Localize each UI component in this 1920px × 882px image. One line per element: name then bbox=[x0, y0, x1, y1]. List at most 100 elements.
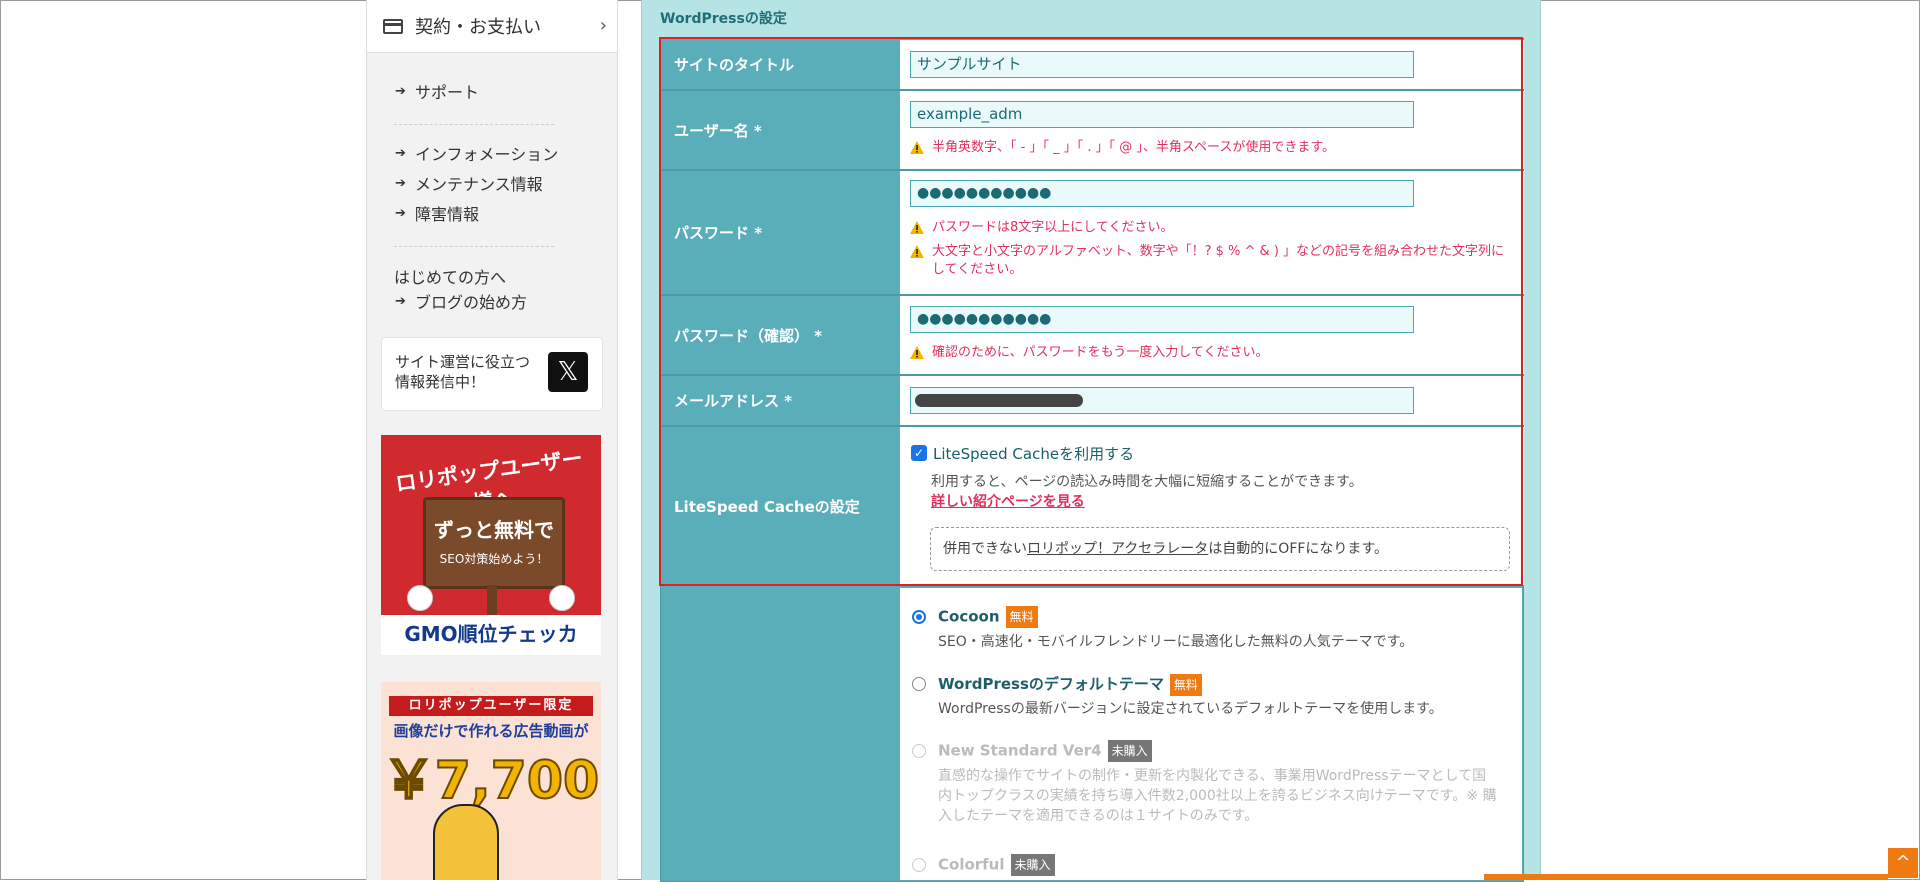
note-prefix: 併用できない bbox=[943, 541, 1027, 557]
seo-checker-banner[interactable]: ロリポップユーザー様へ ずっと無料で SEO対策始めよう！ GMO順位チェッカー bbox=[381, 435, 601, 655]
username-input[interactable]: example_adm bbox=[910, 101, 1414, 128]
theme-name: Colorful 未購入 bbox=[938, 854, 1055, 876]
site-title-label: サイトのタイトル bbox=[660, 40, 900, 89]
site-title-cell: サンプルサイト bbox=[900, 40, 1524, 89]
banner-price: ￥7,700 bbox=[382, 750, 600, 812]
banner-sign-main: ずっと無料で bbox=[434, 518, 554, 542]
x-follow-line1: サイト運営に役立つ bbox=[395, 353, 531, 371]
banner-sign-sub: SEO対策始めよう！ bbox=[439, 552, 549, 566]
email-input[interactable] bbox=[910, 387, 1414, 414]
banner-sign: ずっと無料で SEO対策始めよう！ bbox=[423, 497, 565, 589]
scroll-to-top-button[interactable]: ^ bbox=[1888, 848, 1918, 878]
username-row: ユーザー名 * example_adm 半角英数字、「 - 」「 _ 」「 . … bbox=[660, 91, 1524, 169]
theme-radio bbox=[912, 858, 926, 872]
password-confirm-cell: ●●●●●●●●●●● 確認のために、パスワードをもう一度入力してください。 bbox=[900, 296, 1524, 374]
redacted-email bbox=[915, 394, 1083, 407]
theme-description: 直感的な操作でサイトの制作・更新を内製化できる、事業用WordPressテーマと… bbox=[938, 768, 1497, 824]
sidebar-item-label: ブログの始め方 bbox=[415, 293, 528, 312]
password-warning-chars: 大文字と小文字のアルファベット、数字や「！? $ % ^ & ) 」などの記号を… bbox=[910, 243, 1510, 279]
username-warning-text: 半角英数字、「 - 」「 _ 」「 . 」「 @ 」、半角スペースが使用できます… bbox=[932, 140, 1336, 155]
warning-icon bbox=[910, 344, 924, 362]
litespeed-checkbox[interactable]: ✓ bbox=[911, 445, 927, 461]
divider bbox=[394, 124, 554, 125]
theme-radio[interactable] bbox=[912, 610, 926, 624]
unpurchased-badge: 未購入 bbox=[1107, 740, 1152, 762]
email-label: メールアドレス * bbox=[660, 376, 900, 425]
theme-name-text: New Standard Ver4 bbox=[938, 741, 1102, 760]
password-row: パスワード * ●●●●●●●●●●● パスワードは8文字以上にしてください。 … bbox=[660, 171, 1524, 294]
sidebar-item-label: サポート bbox=[415, 83, 480, 102]
litespeed-label: LiteSpeed Cacheの設定 bbox=[660, 427, 900, 585]
free-badge: 無料 bbox=[1005, 606, 1038, 628]
x-logo-icon[interactable]: 𝕏 bbox=[548, 352, 588, 392]
password-input[interactable]: ●●●●●●●●●●● bbox=[910, 180, 1414, 207]
support-links: ➔ サポート bbox=[395, 76, 479, 106]
warning-icon bbox=[910, 243, 924, 279]
sidebar-item-blog[interactable]: ➔ ブログの始め方 bbox=[395, 286, 527, 316]
sidebar-item-maintenance[interactable]: ➔ メンテナンス情報 bbox=[395, 168, 558, 198]
sidebar-item-contract[interactable]: 契約・お支払い › bbox=[367, 0, 617, 53]
theme-radio bbox=[912, 744, 926, 758]
email-row: メールアドレス * bbox=[660, 376, 1524, 425]
password-confirm-row: パスワード（確認） * ●●●●●●●●●●● 確認のために、パスワードをもう一… bbox=[660, 296, 1524, 374]
password-confirm-label: パスワード（確認） * bbox=[660, 296, 900, 374]
arrow-right-icon: ➔ bbox=[395, 175, 406, 191]
divider bbox=[394, 246, 554, 247]
warning-icon bbox=[910, 139, 924, 157]
site-title-row: サイトのタイトル サンプルサイト bbox=[660, 40, 1524, 89]
x-follow-text: サイト運営に役立つ 情報発信中！ bbox=[395, 352, 530, 392]
arrow-right-icon: ➔ bbox=[395, 145, 406, 161]
sidebar-item-label: インフォメーション bbox=[415, 145, 559, 164]
warning-icon bbox=[910, 219, 924, 237]
theme-name-text: Cocoon bbox=[938, 607, 1000, 626]
unpurchased-badge: 未購入 bbox=[1010, 854, 1055, 876]
sidebar-item-failure[interactable]: ➔ 障害情報 bbox=[395, 198, 558, 228]
theme-name-text: Colorful bbox=[938, 855, 1005, 874]
ad-video-banner[interactable]: ロリポップユーザー限定 画像だけで作れる広告動画が ￥7,700 bbox=[381, 682, 601, 880]
password-warning-length: パスワードは8文字以上にしてください。 bbox=[910, 219, 1174, 237]
password-cell: ●●●●●●●●●●● パスワードは8文字以上にしてください。 大文字と小文字の… bbox=[900, 171, 1524, 294]
username-warning: 半角英数字、「 - 」「 _ 」「 . 」「 @ 」、半角スペースが使用できます… bbox=[910, 139, 1335, 157]
sidebar: 契約・お支払い › ➔ サポート ➔ インフォメーション ➔ メンテナンス情報 … bbox=[366, 0, 618, 880]
arrow-right-icon: ➔ bbox=[395, 83, 406, 99]
chevron-right-icon: › bbox=[599, 15, 607, 36]
sidebar-item-label: メンテナンス情報 bbox=[415, 175, 543, 194]
section-title: WordPressの設定 bbox=[660, 11, 787, 27]
password-confirm-warning-text: 確認のために、パスワードをもう一度入力してください。 bbox=[932, 345, 1269, 360]
free-badge: 無料 bbox=[1169, 673, 1202, 696]
password-warning-text: 大文字と小文字のアルファベット、数字や「！? $ % ^ & ) 」などの記号を… bbox=[932, 244, 1505, 277]
litespeed-checkbox-label[interactable]: LiteSpeed Cacheを利用する bbox=[933, 443, 1134, 464]
theme-description: WordPressの最新バージョンに設定されているデフォルトテーマを使用します。 bbox=[938, 701, 1443, 717]
litespeed-cell: ✓ LiteSpeed Cacheを利用する 利用すると、ページの読込み時間を大… bbox=[900, 427, 1524, 585]
email-cell bbox=[900, 376, 1524, 425]
sidebar-item-information[interactable]: ➔ インフォメーション bbox=[395, 138, 558, 168]
theme-radio[interactable] bbox=[912, 677, 926, 691]
arrow-right-icon: ➔ bbox=[395, 205, 406, 221]
password-label: パスワード * bbox=[660, 171, 900, 294]
theme-cell: Cocoon 無料 SEO・高速化・モバイルフレンドリーに最適化した無料の人気テー… bbox=[900, 588, 1522, 880]
litespeed-row: LiteSpeed Cacheの設定 ✓ LiteSpeed Cacheを利用す… bbox=[660, 427, 1524, 585]
username-label: ユーザー名 * bbox=[660, 91, 900, 169]
password-confirm-warning: 確認のために、パスワードをもう一度入力してください。 bbox=[910, 344, 1268, 362]
password-confirm-input[interactable]: ●●●●●●●●●●● bbox=[910, 306, 1414, 333]
blog-links: ➔ ブログの始め方 bbox=[395, 286, 527, 316]
arrow-right-icon: ➔ bbox=[395, 293, 406, 309]
x-follow-line2: 情報発信中！ bbox=[395, 373, 486, 391]
theme-name: New Standard Ver4 未購入 bbox=[938, 740, 1152, 762]
banner-tag: ロリポップユーザー限定 bbox=[389, 696, 593, 716]
sidebar-item-label: 契約・お支払い bbox=[415, 17, 541, 38]
x-follow-box[interactable]: サイト運営に役立つ 情報発信中！ 𝕏 bbox=[381, 337, 603, 411]
banner-brand: GMO順位チェッカー bbox=[395, 619, 587, 655]
person-illustration bbox=[433, 804, 499, 880]
litespeed-description: 利用すると、ページの読込み時間を大幅に短縮することができます。 bbox=[931, 474, 1363, 490]
sidebar-item-support[interactable]: ➔ サポート bbox=[395, 76, 479, 106]
site-title-input[interactable]: サンプルサイト bbox=[910, 51, 1414, 78]
litespeed-details-link[interactable]: 詳しい紹介ページを見る bbox=[931, 491, 1085, 511]
litespeed-note: 併用できないロリポップ！アクセラレータは自動的にOFFになります。 bbox=[930, 527, 1510, 571]
theme-name: Cocoon 無料 bbox=[938, 606, 1038, 628]
accelerator-link[interactable]: ロリポップ！アクセラレータ bbox=[1027, 541, 1208, 557]
sidebar-item-label: 障害情報 bbox=[415, 205, 480, 224]
credit-card-icon bbox=[383, 18, 403, 34]
bottom-bar bbox=[1484, 874, 1888, 880]
theme-name: WordPressのデフォルトテーマ 無料 bbox=[938, 673, 1202, 696]
